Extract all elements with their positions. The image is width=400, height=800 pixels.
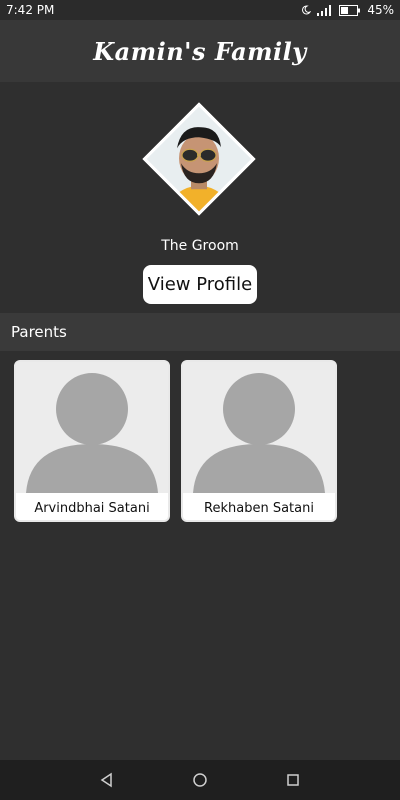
groom-label: The Groom xyxy=(161,238,239,254)
parent-name: Arvindbhai Satani xyxy=(34,501,150,516)
status-bar: 7:42 PM 45% xyxy=(0,0,400,20)
status-time: 7:42 PM xyxy=(6,3,55,17)
parent-card[interactable]: Rekhaben Satani xyxy=(181,360,337,522)
battery-percent: 45% xyxy=(367,3,394,17)
status-icons: 45% xyxy=(301,3,394,17)
parent-avatar xyxy=(16,362,168,493)
parent-name: Rekhaben Satani xyxy=(204,501,314,516)
person-placeholder-icon xyxy=(26,373,158,493)
groom-portrait-image xyxy=(142,103,256,216)
app-bar: Kamin's Family xyxy=(0,20,400,82)
battery-icon xyxy=(339,4,361,16)
moon-icon xyxy=(302,5,312,15)
app-title: Kamin's Family xyxy=(93,36,307,66)
home-icon[interactable] xyxy=(192,772,208,788)
view-profile-button[interactable]: View Profile xyxy=(143,265,257,304)
system-nav-bar xyxy=(0,760,400,800)
back-icon[interactable] xyxy=(99,772,115,788)
parent-avatar xyxy=(183,362,335,493)
parent-card[interactable]: Arvindbhai Satani xyxy=(14,360,170,522)
parents-section-header: Parents xyxy=(0,313,400,351)
person-placeholder-icon xyxy=(193,373,325,493)
groom-photo[interactable] xyxy=(139,99,259,219)
signal-icon xyxy=(317,4,332,16)
recents-icon[interactable] xyxy=(285,772,301,788)
groom-section: The Groom View Profile xyxy=(0,82,400,312)
